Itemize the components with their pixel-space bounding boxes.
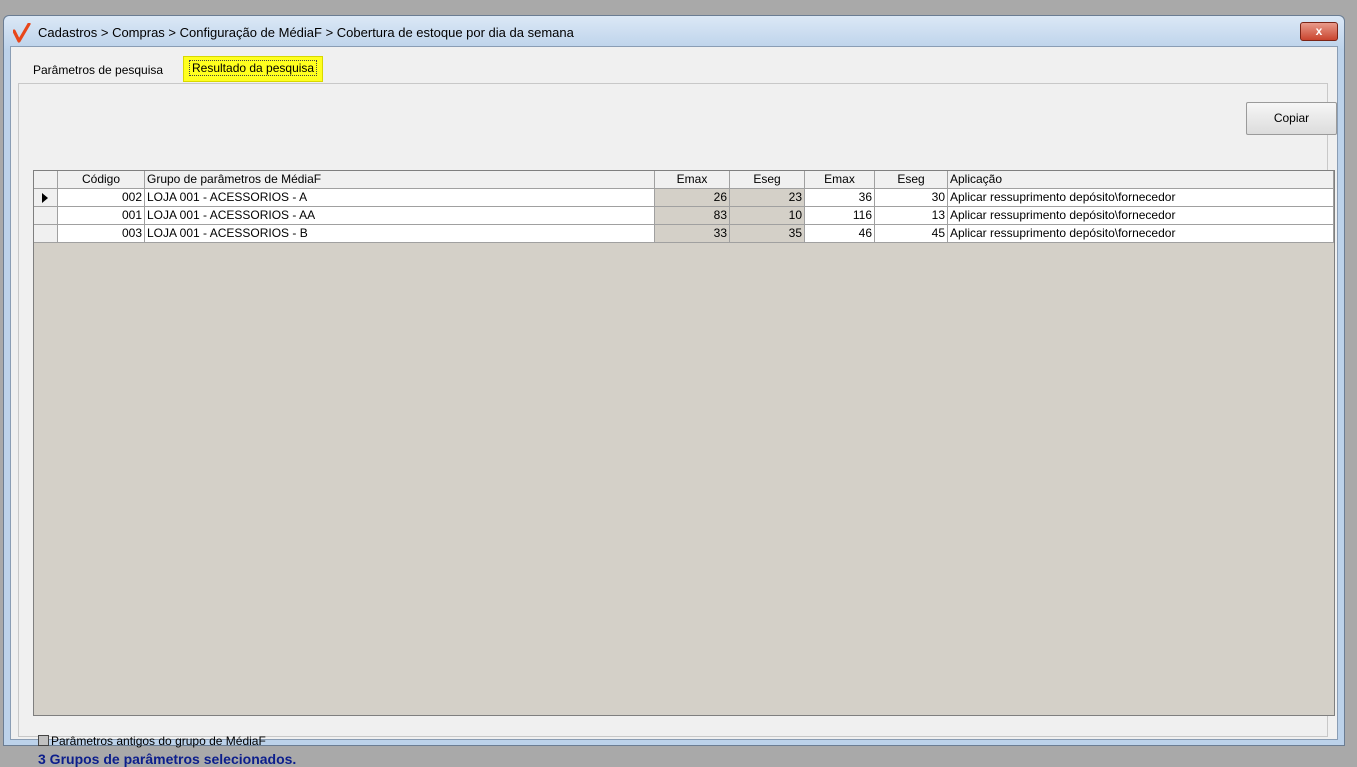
cell-aplicacao[interactable]: Aplicar ressuprimento depósito\fornecedo… bbox=[948, 207, 1334, 225]
tab-search-parameters[interactable]: Parâmetros de pesquisa bbox=[29, 60, 167, 80]
header-aplicacao[interactable]: Aplicação bbox=[948, 171, 1334, 189]
cell-eseg-2[interactable]: 13 bbox=[875, 207, 948, 225]
window-title: Cadastros > Compras > Configuração de Mé… bbox=[38, 25, 574, 40]
copy-button[interactable]: Copiar bbox=[1246, 102, 1337, 135]
header-grupo[interactable]: Grupo de parâmetros de MédiaF bbox=[145, 171, 655, 189]
cell-eseg-2[interactable]: 45 bbox=[875, 225, 948, 243]
client-area: Parâmetros de pesquisa Resultado da pesq… bbox=[10, 46, 1338, 767]
cell-emax-2[interactable]: 116 bbox=[805, 207, 875, 225]
result-panel: Copiar Código Grupo de parâmetros de Méd… bbox=[18, 83, 1337, 767]
close-button[interactable]: x bbox=[1300, 22, 1338, 41]
cell-eseg-1[interactable]: 35 bbox=[730, 225, 805, 243]
grid-header: Código Grupo de parâmetros de MédiaF Ema… bbox=[34, 171, 1334, 189]
legend: Parâmetros antigos do grupo de MédiaF bbox=[38, 734, 266, 748]
tab-search-result[interactable]: Resultado da pesquisa bbox=[183, 56, 324, 82]
cell-eseg-1[interactable]: 23 bbox=[730, 189, 805, 207]
current-row-arrow-icon bbox=[42, 193, 48, 203]
cell-eseg-1[interactable]: 10 bbox=[730, 207, 805, 225]
app-logo-icon bbox=[13, 23, 31, 43]
header-eseg-1[interactable]: Eseg bbox=[730, 171, 805, 189]
title-bar[interactable]: Cadastros > Compras > Configuração de Mé… bbox=[4, 16, 1344, 50]
legend-label: Parâmetros antigos do grupo de MédiaF bbox=[51, 734, 266, 748]
row-indicator bbox=[34, 189, 58, 207]
header-eseg-2[interactable]: Eseg bbox=[875, 171, 948, 189]
header-emax-2[interactable]: Emax bbox=[805, 171, 875, 189]
header-codigo[interactable]: Código bbox=[58, 171, 145, 189]
cell-grupo[interactable]: LOJA 001 - ACESSORIOS - A bbox=[145, 189, 655, 207]
cell-emax-1[interactable]: 83 bbox=[655, 207, 730, 225]
cell-grupo[interactable]: LOJA 001 - ACESSORIOS - AA bbox=[145, 207, 655, 225]
row-indicator bbox=[34, 225, 58, 243]
cell-codigo[interactable]: 002 bbox=[58, 189, 145, 207]
results-grid[interactable]: Código Grupo de parâmetros de MédiaF Ema… bbox=[33, 170, 1335, 716]
app-window: Cadastros > Compras > Configuração de Mé… bbox=[3, 15, 1345, 767]
cell-aplicacao[interactable]: Aplicar ressuprimento depósito\fornecedo… bbox=[948, 225, 1334, 243]
cell-emax-2[interactable]: 36 bbox=[805, 189, 875, 207]
cell-eseg-2[interactable]: 30 bbox=[875, 189, 948, 207]
cell-codigo[interactable]: 001 bbox=[58, 207, 145, 225]
cell-emax-1[interactable]: 26 bbox=[655, 189, 730, 207]
cell-aplicacao[interactable]: Aplicar ressuprimento depósito\fornecedo… bbox=[948, 189, 1334, 207]
cell-emax-2[interactable]: 46 bbox=[805, 225, 875, 243]
tab-search-result-label: Resultado da pesquisa bbox=[189, 60, 318, 76]
cell-grupo[interactable]: LOJA 001 - ACESSORIOS - B bbox=[145, 225, 655, 243]
header-emax-1[interactable]: Emax bbox=[655, 171, 730, 189]
header-indicator bbox=[34, 171, 58, 189]
cell-codigo[interactable]: 003 bbox=[58, 225, 145, 243]
status-text: 3 Grupos de parâmetros selecionados. bbox=[38, 751, 297, 767]
cell-emax-1[interactable]: 33 bbox=[655, 225, 730, 243]
table-row[interactable]: 003 LOJA 001 - ACESSORIOS - B 33 35 46 4… bbox=[34, 225, 1334, 243]
table-row[interactable]: 002 LOJA 001 - ACESSORIOS - A 26 23 36 3… bbox=[34, 189, 1334, 207]
table-row[interactable]: 001 LOJA 001 - ACESSORIOS - AA 83 10 116… bbox=[34, 207, 1334, 225]
legend-swatch-icon bbox=[38, 735, 49, 746]
row-indicator bbox=[34, 207, 58, 225]
